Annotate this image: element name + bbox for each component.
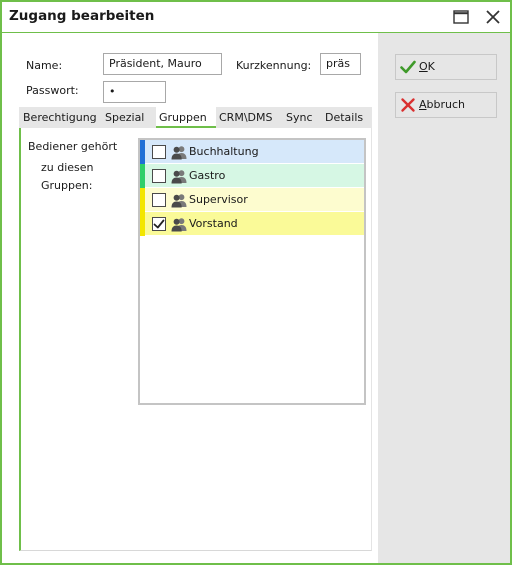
group-name: Vorstand <box>189 217 238 230</box>
close-icon <box>486 10 500 24</box>
password-label: Passwort: <box>26 84 79 97</box>
groups-caption-line1: Bediener gehört <box>28 140 118 153</box>
ok-button[interactable]: OK <box>395 54 497 80</box>
group-name: Gastro <box>189 169 226 182</box>
tab-spezial[interactable]: Spezial <box>105 107 144 128</box>
group-color-bar <box>140 140 145 164</box>
group-checkbox[interactable] <box>152 169 166 183</box>
cancel-button-label: Abbruch <box>419 98 466 111</box>
group-row-gastro[interactable]: Gastro <box>140 164 364 188</box>
checkmark-icon <box>153 219 165 229</box>
group-icon <box>171 170 187 184</box>
group-name: Supervisor <box>189 193 248 206</box>
group-checkbox[interactable] <box>152 217 166 231</box>
maximize-button[interactable] <box>448 6 474 28</box>
tab-sync[interactable]: Sync <box>286 107 313 128</box>
group-icon <box>171 194 187 208</box>
password-field[interactable]: • <box>103 81 166 103</box>
maximize-icon <box>453 10 469 24</box>
group-checkbox[interactable] <box>152 193 166 207</box>
button-pane: OK Abbruch <box>378 33 510 563</box>
tab-gruppen[interactable]: Gruppen <box>156 107 216 128</box>
group-row-supervisor[interactable]: Supervisor <box>140 188 364 212</box>
tab-details[interactable]: Details <box>325 107 363 128</box>
group-icon <box>171 218 187 232</box>
tab-bar: Berechtigung Spezial Gruppen CRM\DMS Syn… <box>19 107 372 128</box>
code-label: Kurzkennung: <box>236 59 312 72</box>
name-label: Name: <box>26 59 63 72</box>
ok-button-label: OK <box>419 60 435 73</box>
group-name: Buchhaltung <box>189 145 259 158</box>
check-icon <box>400 60 416 74</box>
tab-crm-dms[interactable]: CRM\DMS <box>219 107 272 128</box>
dialog-title: Zugang bearbeiten <box>9 8 155 24</box>
form-pane: Name: Präsident, Mauro Kurzkennung: präs… <box>2 33 378 563</box>
groups-caption-line3: Gruppen: <box>41 179 93 192</box>
group-icon <box>171 146 187 160</box>
x-icon <box>401 98 415 112</box>
close-button[interactable] <box>480 6 506 28</box>
group-color-bar <box>140 188 145 212</box>
groups-caption-line2: zu diesen <box>41 161 94 174</box>
groups-list[interactable]: Buchhaltung Gastro Supervisor Vorstand <box>138 138 366 405</box>
name-field[interactable]: Präsident, Mauro <box>103 53 222 75</box>
group-row-buchhaltung[interactable]: Buchhaltung <box>140 140 364 164</box>
code-field[interactable]: präs <box>320 53 361 75</box>
group-row-vorstand[interactable]: Vorstand <box>140 212 364 236</box>
group-color-bar <box>140 164 145 188</box>
groups-tab-panel: Bediener gehört zu diesen Gruppen: Buchh… <box>19 128 372 551</box>
edit-access-dialog: Zugang bearbeiten Name: Präsident, Mauro… <box>0 0 512 565</box>
tab-berechtigung[interactable]: Berechtigung <box>23 107 97 128</box>
group-checkbox[interactable] <box>152 145 166 159</box>
title-bar: Zugang bearbeiten <box>2 2 510 32</box>
group-color-bar <box>140 212 145 236</box>
cancel-button[interactable]: Abbruch <box>395 92 497 118</box>
